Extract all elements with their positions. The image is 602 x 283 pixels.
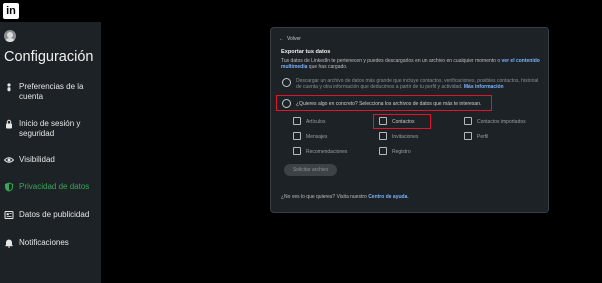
help-tail: . [407, 194, 409, 200]
checkbox-label-mensajes: Mensajes [306, 134, 328, 140]
sidebar: Configuración Preferencias de la cuenta … [0, 22, 101, 283]
radio-full-archive[interactable] [282, 78, 291, 87]
sidebar-item-label: Visibilidad [19, 155, 55, 164]
checkbox-invitaciones[interactable] [379, 132, 387, 140]
sidebar-item-label: Privacidad de datos [19, 182, 90, 191]
request-archive-button[interactable]: Solicitar archivo [284, 164, 337, 176]
top-bar: in [0, 0, 602, 22]
checkbox-label-articulos: Artículos [306, 119, 326, 125]
shield-icon [5, 182, 13, 192]
arrow-left-icon: ← [279, 36, 284, 42]
help-center-link[interactable]: Centro de ayuda [368, 194, 407, 200]
description-tail: que has cargado. [308, 64, 348, 70]
checkbox-mensajes[interactable] [293, 132, 301, 140]
linkedin-logo[interactable]: in [3, 3, 19, 19]
help-text: ¿No ves lo que quieres? Visita nuestro C… [281, 194, 409, 200]
highlight-specific-option [276, 95, 492, 111]
sidebar-item-label: Datos de publicidad [19, 210, 90, 219]
back-label: Volver [287, 36, 301, 42]
avatar[interactable] [4, 30, 16, 42]
sidebar-item-label: Notificaciones [19, 238, 69, 247]
sidebar-item-label: Preferencias de la cuenta [19, 82, 84, 101]
checkbox-registro[interactable] [379, 147, 387, 155]
sidebar-item-label: Inicio de sesión y seguridad [19, 119, 81, 138]
more-info-link[interactable]: Más información [464, 84, 504, 90]
back-link[interactable]: ← Volver [279, 36, 301, 42]
checkbox-label-perfil: Perfil [477, 134, 489, 140]
bell-icon [5, 239, 13, 248]
checkbox-label-recomendaciones: Recomendaciones [306, 149, 348, 155]
lock-icon [6, 119, 12, 129]
checkbox-recomendaciones[interactable] [293, 147, 301, 155]
help-prefix: ¿No ves lo que quieres? Visita nuestro [281, 194, 367, 200]
checkbox-label-invitaciones: Invitaciones [392, 134, 419, 140]
newspaper-icon [4, 211, 14, 219]
radio-full-archive-label: Descargar un archivo de datos más grande… [296, 78, 544, 90]
page-title: Configuración [4, 49, 94, 65]
checkbox-perfil[interactable] [464, 132, 472, 140]
person-icon [7, 83, 11, 92]
checkbox-label-registro: Registro [392, 149, 411, 155]
highlight-contactos [373, 114, 431, 129]
checkbox-label-contactos-importados: Contactos importados [477, 119, 526, 125]
section-heading: Exportar tus datos [281, 49, 331, 55]
section-description: Tus datos de LinkedIn te pertenecen y pu… [281, 58, 543, 70]
export-data-card: ← Volver Exportar tus datos Tus datos de … [270, 27, 549, 213]
eye-icon [4, 157, 14, 163]
checkbox-articulos[interactable] [293, 117, 301, 125]
checkbox-contactos-importados[interactable] [464, 117, 472, 125]
